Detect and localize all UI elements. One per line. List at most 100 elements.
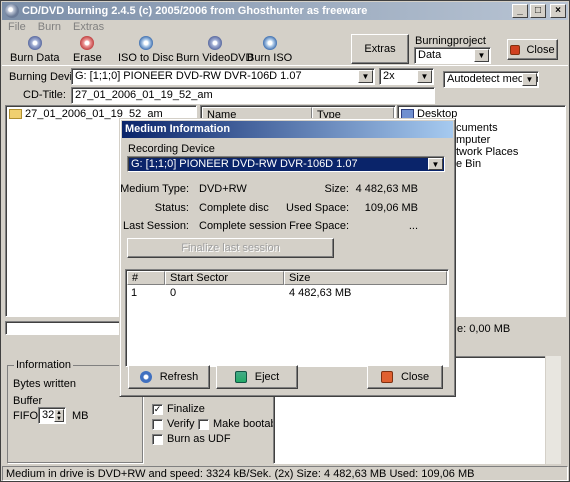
- recording-device-value: G: [1;1;0] PIONEER DVD-RW DVR-106D 1.07: [131, 158, 358, 170]
- used-space-value: 109,06 MB: [364, 202, 418, 214]
- verify-checkbox[interactable]: Verify: [152, 418, 195, 430]
- eject-icon: [234, 371, 247, 383]
- chevron-down-icon: ▼: [417, 70, 432, 83]
- cd-title-label: CD-Title:: [23, 89, 66, 101]
- title-bar: CD/DVD burning 2.4.5 (c) 2005/2006 from …: [2, 2, 568, 20]
- finalize-label: Finalize: [167, 403, 205, 415]
- burn-as-udf-checkbox[interactable]: Burn as UDF: [152, 433, 231, 445]
- close-button[interactable]: Close: [507, 39, 558, 60]
- dialog-title: Medium Information: [122, 121, 453, 138]
- menu-extras[interactable]: Extras: [67, 20, 110, 34]
- free-space-value: ...: [408, 220, 418, 232]
- free-space-label: Free Space:: [289, 220, 349, 232]
- close-icon: [380, 371, 393, 383]
- cell-number: 1: [131, 287, 138, 299]
- fifo-label: FIFO:: [13, 410, 42, 422]
- extras-button[interactable]: Extras: [351, 34, 409, 64]
- information-title: Information: [14, 359, 74, 371]
- burn-iso-button[interactable]: Burn ISO: [247, 36, 292, 64]
- bytes-written-label: Bytes written: [13, 378, 76, 390]
- speed-value: 2x: [383, 70, 395, 82]
- chevron-down-icon: ▼: [428, 158, 443, 170]
- fifo-input[interactable]: 32 ▲ ▼: [38, 407, 66, 424]
- size-label: Size:: [324, 183, 349, 195]
- eject-label: Eject: [254, 371, 280, 383]
- burning-device-select[interactable]: G: [1;1;0] PIONEER DVD-RW DVR-106D 1.07 …: [71, 68, 375, 85]
- disc-icon: [27, 36, 42, 50]
- explorer-item-computer[interactable]: mputer: [456, 134, 490, 146]
- last-session-label: Last Session:: [122, 220, 189, 232]
- close-window-button[interactable]: ×: [550, 4, 566, 18]
- medium-select[interactable]: Autodetect medium ▼: [443, 71, 539, 88]
- cell-size: 4 482,63 MB: [289, 287, 352, 299]
- window-title: CD/DVD burning 2.4.5 (c) 2005/2006 from …: [22, 5, 368, 17]
- iso-icon: [138, 36, 153, 50]
- eject-button[interactable]: Eject: [216, 365, 298, 389]
- dialog-close-label: Close: [400, 371, 430, 383]
- medium-information-dialog: Medium Information Recording Device G: […: [119, 118, 456, 397]
- refresh-label: Refresh: [159, 371, 199, 383]
- refresh-button[interactable]: Refresh: [128, 365, 210, 389]
- chevron-down-icon: ▼: [522, 73, 537, 86]
- toolbar: Burn Data Erase ISO to Disc Burn VideoDV…: [2, 34, 568, 66]
- burn-video-dvd-button[interactable]: Burn VideoDVD: [176, 36, 253, 64]
- dialog-close-button[interactable]: Close: [367, 365, 443, 389]
- video-dvd-icon: [207, 36, 222, 50]
- size-value: 4 482,63 MB: [355, 183, 418, 195]
- erase-label: Erase: [73, 52, 102, 64]
- menu-file[interactable]: File: [2, 20, 32, 34]
- fifo-value: 32: [42, 409, 55, 421]
- status-value: Complete disc: [199, 202, 269, 214]
- minimize-button[interactable]: _: [512, 4, 528, 18]
- burningproject-value: Data: [418, 49, 442, 61]
- finalize-checkbox[interactable]: ✓ Finalize: [152, 403, 205, 415]
- burningproject-label: Burningproject: [415, 35, 486, 47]
- column-start-sector[interactable]: Start Sector: [165, 271, 284, 285]
- medium-type-label: Medium Type:: [120, 183, 189, 195]
- burn-data-label: Burn Data: [10, 52, 60, 64]
- status-bar: Medium in drive is DVD+RW and speed: 332…: [2, 466, 568, 481]
- finalize-last-session-button[interactable]: Finalize last session: [127, 238, 334, 258]
- app-icon: [5, 4, 19, 18]
- burn-iso-icon: [262, 36, 277, 50]
- verify-label: Verify: [167, 418, 195, 430]
- folder-icon: [9, 109, 22, 120]
- buffer-label: Buffer: [13, 395, 43, 407]
- unchecked-box-icon: [152, 418, 163, 430]
- explorer-item-network[interactable]: twork Places: [456, 146, 518, 158]
- used-space-label: Used Space:: [286, 202, 349, 214]
- progress-bar: [5, 321, 120, 335]
- erase-button[interactable]: Erase: [73, 36, 102, 64]
- menu-bar: File Burn Extras: [2, 20, 110, 34]
- iso-to-disc-button[interactable]: ISO to Disc: [118, 36, 174, 64]
- fifo-unit: MB: [72, 410, 89, 422]
- burn-data-button[interactable]: Burn Data: [10, 36, 60, 64]
- cd-title-input[interactable]: 27_01_2006_01_19_52_am: [71, 87, 435, 104]
- status-label: Status:: [154, 202, 189, 214]
- explorer-item-recycle-bin[interactable]: e Bin: [456, 158, 481, 170]
- maximize-button[interactable]: □: [530, 4, 546, 18]
- space-remaining: e: 0,00 MB: [457, 323, 511, 335]
- table-row[interactable]: 1 0 4 482,63 MB: [127, 286, 447, 300]
- recording-device-label: Recording Device: [128, 143, 215, 155]
- speed-select[interactable]: 2x ▼: [379, 68, 434, 85]
- burn-video-dvd-label: Burn VideoDVD: [176, 52, 254, 64]
- log-scrollbar[interactable]: [545, 356, 561, 464]
- column-number[interactable]: #: [127, 271, 165, 285]
- burn-iso-label: Burn ISO: [247, 52, 293, 64]
- column-size[interactable]: Size: [284, 271, 447, 285]
- burn-as-udf-label: Burn as UDF: [167, 433, 231, 445]
- recording-device-select[interactable]: G: [1;1;0] PIONEER DVD-RW DVR-106D 1.07 …: [127, 156, 445, 172]
- session-table[interactable]: # Start Sector Size 1 0 4 482,63 MB: [125, 269, 449, 367]
- last-session-value: Complete session: [199, 220, 287, 232]
- menu-burn[interactable]: Burn: [32, 20, 67, 34]
- medium-type-value: DVD+RW: [199, 183, 247, 195]
- cell-start-sector: 0: [170, 287, 177, 299]
- spin-arrows-icon[interactable]: ▲ ▼: [54, 409, 64, 422]
- chevron-down-icon: ▼: [474, 49, 489, 62]
- explorer-item-documents[interactable]: cuments: [456, 122, 498, 134]
- burning-device-value: G: [1;1;0] PIONEER DVD-RW DVR-106D 1.07: [75, 70, 302, 82]
- refresh-icon: [139, 371, 152, 383]
- burningproject-select[interactable]: Data ▼: [414, 47, 491, 64]
- iso-to-disc-label: ISO to Disc: [118, 52, 174, 64]
